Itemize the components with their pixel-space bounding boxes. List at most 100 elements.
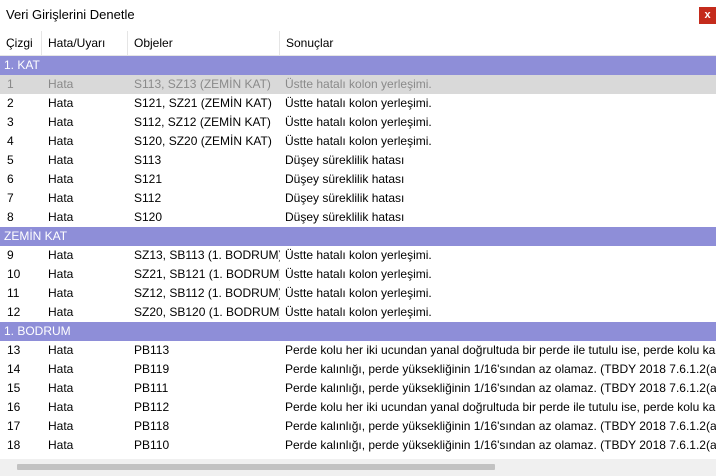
row-result: Perde kalınlığı, perde yüksekliğinin 1/1…	[285, 438, 716, 452]
table-row[interactable]: 16 Hata PB112 Perde kolu her iki ucundan ya…	[0, 398, 716, 417]
row-result: Üstte hatalı kolon yerleşimi.	[285, 286, 432, 300]
row-result: Perde kalınlığı, perde yüksekliğinin 1/1…	[285, 419, 716, 433]
table-row[interactable]: 13 Hata PB113 Perde kolu her iki ucundan ya…	[0, 341, 716, 360]
row-type: Hata	[48, 400, 74, 414]
row-type: Hata	[48, 267, 74, 281]
row-objects: S113	[134, 153, 162, 167]
row-result: Perde kalınlığı, perde yüksekliğinin 1/1…	[285, 362, 716, 376]
row-objects: SZ13, SB113 (1. BODRUM)	[134, 248, 280, 262]
row-result: Düşey süreklilik hatası	[285, 210, 405, 224]
row-result: Üstte hatalı kolon yerleşimi.	[285, 77, 432, 91]
row-line-number: 8	[7, 210, 14, 224]
row-type: Hata	[48, 134, 74, 148]
table-row[interactable]: 12 Hata SZ20, SB120 (1. BODRUM) Üstte hatal…	[0, 303, 716, 322]
row-result: Perde kalınlığı, perde yüksekliğinin 1/1…	[285, 381, 716, 395]
row-objects: PB118	[134, 419, 170, 433]
row-type: Hata	[48, 305, 74, 319]
row-type: Hata	[48, 343, 74, 357]
row-line-number: 1	[7, 77, 14, 91]
row-type: Hata	[48, 210, 74, 224]
row-objects: PB112	[134, 400, 170, 414]
row-line-number: 11	[7, 286, 20, 300]
table-row[interactable]: 4 Hata S120, SZ20 (ZEMİN KAT) Üstte hatalı …	[0, 132, 716, 151]
row-result: Perde kolu her iki ucundan yanal doğrult…	[285, 343, 716, 357]
table-row[interactable]: 10 Hata SZ21, SB121 (1. BODRUM) Üstte hatal…	[0, 265, 716, 284]
group-label: ZEMİN KAT	[4, 229, 68, 243]
row-result: Üstte hatalı kolon yerleşimi.	[285, 248, 432, 262]
window-title: Veri Girişlerini Denetle	[6, 7, 135, 22]
row-line-number: 6	[7, 172, 14, 186]
table-row[interactable]: 15 Hata PB111 Perde kalınlığı, perde yüksek…	[0, 379, 716, 398]
row-type: Hata	[48, 438, 74, 452]
table-row[interactable]: 18 Hata PB110 Perde kalınlığı, perde yüksek…	[0, 436, 716, 455]
row-line-number: 14	[7, 362, 21, 376]
row-objects: PB110	[134, 438, 170, 452]
column-header-objects[interactable]: Objeler	[128, 31, 280, 55]
row-result: Üstte hatalı kolon yerleşimi.	[285, 134, 432, 148]
table-row[interactable]: 8 Hata S120 Düşey süreklilik hatası	[0, 208, 716, 227]
column-header: Çizgi Hata/Uyarı Objeler Sonuçlar	[0, 31, 716, 56]
row-objects: PB111	[134, 381, 169, 395]
close-button[interactable]: x	[699, 7, 716, 24]
row-type: Hata	[48, 248, 74, 262]
row-type: Hata	[48, 115, 74, 129]
row-objects: S120, SZ20 (ZEMİN KAT)	[134, 134, 272, 148]
horizontal-scrollbar[interactable]	[0, 459, 716, 476]
scrollbar-thumb[interactable]	[17, 464, 495, 470]
row-line-number: 12	[7, 305, 21, 319]
row-objects: S113, SZ13 (ZEMİN KAT)	[134, 77, 271, 91]
row-type: Hata	[48, 153, 74, 167]
group-header[interactable]: 1. BODRUM	[0, 322, 716, 341]
table-row[interactable]: 11 Hata SZ12, SB112 (1. BODRUM) Üstte hatal…	[0, 284, 716, 303]
title-bar: Veri Girişlerini Denetle x	[0, 0, 716, 30]
column-header-results[interactable]: Sonuçlar	[280, 31, 716, 55]
row-type: Hata	[48, 77, 74, 91]
row-line-number: 5	[7, 153, 14, 167]
row-objects: S121, SZ21 (ZEMİN KAT)	[134, 96, 272, 110]
group-header[interactable]: ZEMİN KAT	[0, 227, 716, 246]
row-line-number: 10	[7, 267, 21, 281]
row-result: Üstte hatalı kolon yerleşimi.	[285, 305, 432, 319]
row-result: Düşey süreklilik hatası	[285, 172, 405, 186]
table-row[interactable]: 17 Hata PB118 Perde kalınlığı, perde yüksek…	[0, 417, 716, 436]
row-line-number: 9	[7, 248, 14, 262]
row-line-number: 16	[7, 400, 21, 414]
table-row[interactable]: 6 Hata S121 Düşey süreklilik hatası	[0, 170, 716, 189]
table-row[interactable]: 14 Hata PB119 Perde kalınlığı, perde yüksek…	[0, 360, 716, 379]
row-result: Düşey süreklilik hatası	[285, 191, 405, 205]
row-type: Hata	[48, 286, 74, 300]
row-type: Hata	[48, 381, 74, 395]
table-row[interactable]: 2 Hata S121, SZ21 (ZEMİN KAT) Üstte hatalı …	[0, 94, 716, 113]
row-objects: S112	[134, 191, 162, 205]
row-result: Üstte hatalı kolon yerleşimi.	[285, 267, 432, 281]
row-line-number: 3	[7, 115, 14, 129]
row-objects: SZ20, SB120 (1. BODRUM)	[134, 305, 280, 319]
row-line-number: 18	[7, 438, 21, 452]
table-row[interactable]: 5 Hata S113 Düşey süreklilik hatası	[0, 151, 716, 170]
row-objects: S112, SZ12 (ZEMİN KAT)	[134, 115, 271, 129]
row-objects: PB119	[134, 362, 170, 376]
table-row[interactable]: 1 Hata S113, SZ13 (ZEMİN KAT) Üstte hatalı …	[0, 75, 716, 94]
results-grid: 1. KAT 1 Hata S113, SZ13 (ZEMİN KAT) Üstte h…	[0, 56, 716, 455]
group-label: 1. BODRUM	[4, 324, 71, 338]
row-objects: SZ12, SB112 (1. BODRUM)	[134, 286, 280, 300]
group-header[interactable]: 1. KAT	[0, 56, 716, 75]
column-header-line[interactable]: Çizgi	[0, 31, 42, 55]
row-objects: SZ21, SB121 (1. BODRUM)	[134, 267, 280, 281]
table-row[interactable]: 7 Hata S112 Düşey süreklilik hatası	[0, 189, 716, 208]
table-row[interactable]: 3 Hata S112, SZ12 (ZEMİN KAT) Üstte hatalı …	[0, 113, 716, 132]
row-result: Üstte hatalı kolon yerleşimi.	[285, 96, 432, 110]
row-result: Perde kolu her iki ucundan yanal doğrult…	[285, 400, 716, 414]
row-result: Üstte hatalı kolon yerleşimi.	[285, 115, 432, 129]
row-line-number: 17	[7, 419, 21, 433]
row-type: Hata	[48, 362, 74, 376]
row-line-number: 2	[7, 96, 14, 110]
row-line-number: 13	[7, 343, 21, 357]
close-icon: x	[704, 9, 711, 21]
row-objects: S121	[134, 172, 163, 186]
group-label: 1. KAT	[4, 58, 40, 72]
row-type: Hata	[48, 191, 74, 205]
table-row[interactable]: 9 Hata SZ13, SB113 (1. BODRUM) Üstte hatalı…	[0, 246, 716, 265]
row-line-number: 4	[7, 134, 14, 148]
column-header-type[interactable]: Hata/Uyarı	[42, 31, 128, 55]
